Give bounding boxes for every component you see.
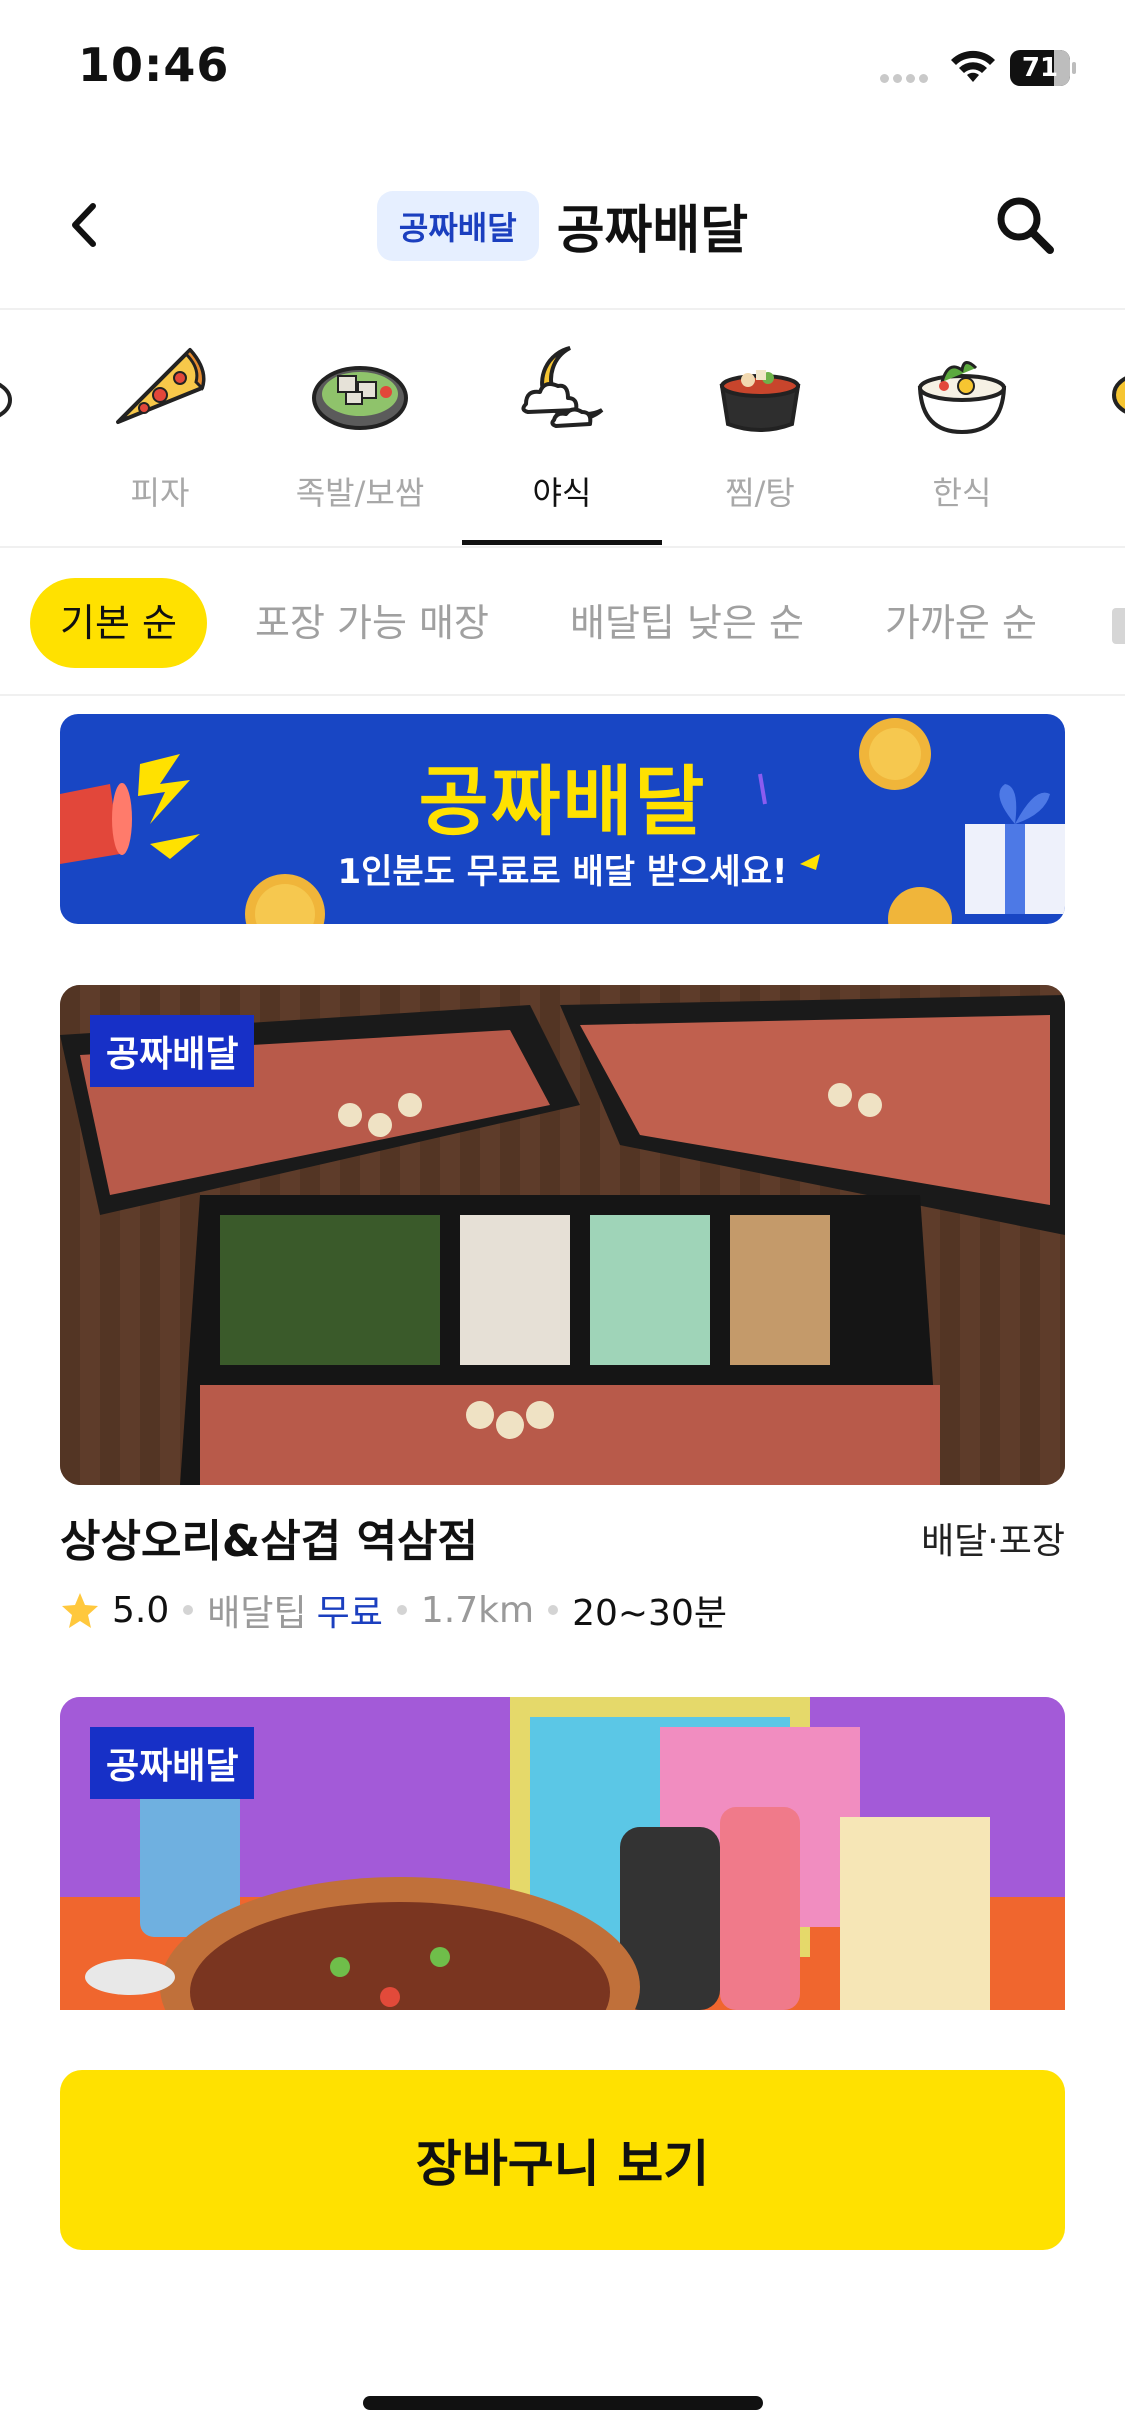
jokbal-icon — [312, 366, 408, 430]
view-cart-button[interactable]: 장바구니 보기 — [60, 2070, 1065, 2250]
pizza-icon — [116, 347, 206, 424]
category-label: 한식 — [932, 474, 992, 512]
delivery-tip-value: 무료 — [316, 1593, 383, 1634]
category-night-snack[interactable]: 야식 — [462, 310, 662, 545]
delivery-time: 20~30분 — [572, 1593, 727, 1634]
battery-level: 71 — [1021, 53, 1059, 83]
store-badge: 공짜배달 — [90, 1727, 255, 1799]
category-label: 야식 — [532, 474, 592, 512]
meta-separator — [548, 1605, 559, 1615]
banner-title: 공짜배달 — [418, 757, 707, 846]
header: 공짜배달 공짜배달 — [0, 160, 1125, 290]
sort-chip-pickup[interactable]: 포장 가능 매장 — [255, 578, 489, 668]
home-indicator — [363, 2396, 763, 2410]
store-image[interactable]: 공짜배달 — [60, 985, 1065, 1485]
status-time: 10:46 — [78, 38, 230, 92]
wifi-icon — [951, 50, 995, 82]
banner-subtitle: 1인분도 무료로 배달 받으세요! — [337, 852, 788, 892]
delivery-tip-label: 배달팁 — [207, 1593, 307, 1634]
category-label: 찜/탕 — [725, 474, 795, 512]
category-stew[interactable]: 찜/탕 — [660, 310, 860, 545]
sort-chip-partial — [1112, 608, 1125, 644]
meta-separator — [183, 1605, 194, 1615]
star-icon — [62, 1593, 98, 1628]
store-badge: 공짜배달 — [90, 1015, 255, 1087]
active-category-indicator — [462, 540, 662, 545]
category-label: 족발/보쌈 — [295, 474, 425, 512]
category-divider — [0, 546, 1125, 548]
search-icon — [997, 197, 1054, 254]
page-title: 공짜배달 — [556, 201, 749, 261]
meta-separator — [396, 1605, 407, 1615]
category-pizza[interactable]: 피자 — [60, 310, 260, 545]
sort-divider — [0, 694, 1125, 696]
title-badge: 공짜배달 — [376, 190, 539, 261]
sort-chip-default[interactable]: 기본 순 — [30, 578, 207, 668]
bibimbap-icon — [917, 361, 1007, 435]
search-button[interactable] — [990, 190, 1060, 260]
sort-chip-nearest[interactable]: 가까운 순 — [885, 578, 1037, 668]
sort-chips: 기본 순 포장 가능 매장 배달팁 낮은 순 가까운 순 — [0, 560, 1125, 690]
store-meta: 5.0 배달팁 무료 1.7km 20~30분 — [60, 1585, 727, 1635]
category-label: 피자 — [130, 474, 190, 512]
store-image[interactable]: 공짜배달 — [60, 1697, 1065, 2010]
category-jokbal[interactable]: 족발/보쌈 — [260, 310, 460, 545]
signal-icon — [880, 68, 934, 83]
stew-pot-icon — [719, 370, 801, 432]
category-korean[interactable]: 한식 — [862, 310, 1062, 545]
status-bar: 10:46 71 — [0, 0, 1125, 140]
store-service-type: 배달·포장 — [921, 1521, 1065, 1562]
moon-cloud-icon — [521, 346, 604, 428]
battery-icon: 71 — [1010, 50, 1076, 86]
category-tabs: 피자 족발/보쌈 야식 찜/탕 한식 — [0, 310, 1125, 545]
category-partial-left-icon — [0, 382, 12, 418]
promo-banner[interactable]: 공짜배달 1인분도 무료로 배달 받으세요! — [60, 714, 1065, 924]
sort-chip-low-tip[interactable]: 배달팁 낮은 순 — [570, 578, 804, 668]
store-distance: 1.7km — [420, 1589, 535, 1631]
store-rating: 5.0 — [112, 1589, 170, 1631]
store-name[interactable]: 상상오리&삼겹 역삼점 — [60, 1505, 478, 1569]
category-partial-right-icon — [1112, 376, 1125, 414]
